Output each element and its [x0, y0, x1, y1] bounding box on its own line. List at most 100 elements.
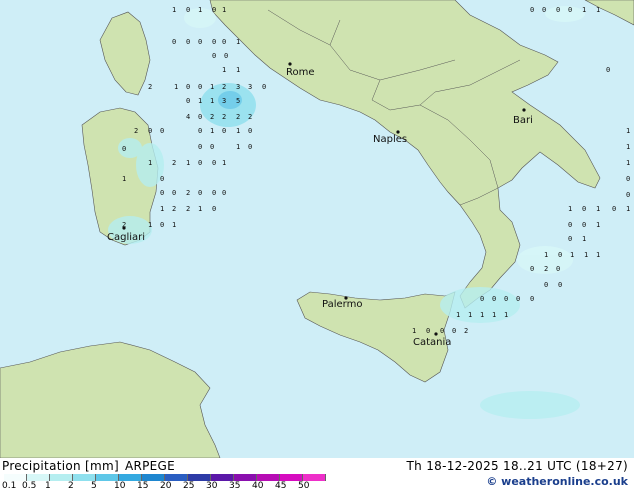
model-name: ARPEGE — [124, 459, 176, 473]
precip-value: 0 — [186, 6, 190, 14]
precip-value: 0 — [198, 143, 202, 151]
scale-swatch — [4, 474, 27, 481]
precip-value: 1 — [492, 311, 496, 319]
precip-value: 2 — [186, 189, 190, 197]
scale-swatch — [303, 474, 326, 481]
precip-value: 0 — [558, 281, 562, 289]
precip-value: 2 — [222, 113, 226, 121]
precip-value: 0 — [198, 189, 202, 197]
precip-value: 0 — [606, 66, 610, 74]
precip-value: 0 — [530, 295, 534, 303]
precip-value: 2 — [222, 83, 226, 91]
precip-value: 0 — [582, 205, 586, 213]
precip-value: 0 — [612, 205, 616, 213]
color-scale-labels: 0.1 0.5 1 2 5 10 15 20 25 30 35 40 45 50 — [0, 481, 340, 490]
precip-value: 0 — [504, 295, 508, 303]
precip-value: 1 — [582, 235, 586, 243]
precip-value: 1 — [160, 205, 164, 213]
precip-value: 2 — [544, 265, 548, 273]
precip-value: 1 — [222, 6, 226, 14]
precip-value: 1 — [210, 97, 214, 105]
precip-value: 0 — [198, 113, 202, 121]
precip-value: 0 — [582, 221, 586, 229]
precip-value: 1 — [210, 127, 214, 135]
precip-value: 1 — [222, 159, 226, 167]
scale-swatch — [27, 474, 50, 481]
precip-value: 2 — [236, 113, 240, 121]
scale-swatch — [188, 474, 211, 481]
precip-value: 0 — [222, 38, 226, 46]
precip-value: 3 — [222, 97, 226, 105]
precip-value: 1 — [198, 6, 202, 14]
precip-value: 0 — [568, 6, 572, 14]
precip-value: 1 — [626, 159, 630, 167]
precip-value: 0 — [530, 265, 534, 273]
scale-label: 40 — [252, 481, 264, 490]
scale-swatch — [165, 474, 188, 481]
city-label: Bari — [513, 115, 533, 126]
scale-swatch — [234, 474, 257, 481]
precip-value: 1 — [198, 205, 202, 213]
precip-value: 1 — [582, 6, 586, 14]
city-label: Cagliari — [107, 232, 145, 243]
precip-value: 3 — [248, 83, 252, 91]
scale-label: 45 — [275, 481, 287, 490]
scale-swatch — [119, 474, 142, 481]
precip-value: 1 — [236, 38, 240, 46]
precip-value: 0 — [542, 6, 546, 14]
scale-swatch — [73, 474, 96, 481]
scale-label: 35 — [229, 481, 241, 490]
precip-value: 1 — [568, 205, 572, 213]
precip-value: 1 — [596, 251, 600, 259]
precip-value: 0 — [544, 281, 548, 289]
scale-swatch — [142, 474, 165, 481]
scale-label: 0.5 — [22, 481, 37, 490]
precip-value: 1 — [412, 327, 416, 335]
precip-value: 0 — [556, 265, 560, 273]
precip-value: 4 — [186, 113, 190, 121]
scale-label: 2 — [68, 481, 74, 490]
precip-value: 2 — [172, 205, 176, 213]
precip-value: 0 — [426, 327, 430, 335]
scale-swatch — [257, 474, 280, 481]
weather-map-page: 1010100000100112100123300113540222220001… — [0, 0, 634, 490]
precip-value: 0 — [516, 295, 520, 303]
title-text: Precipitation [mm] — [2, 459, 119, 473]
scale-label: 10 — [114, 481, 126, 490]
precip-value: 0 — [556, 6, 560, 14]
precip-value: 1 — [504, 311, 508, 319]
precip-value: 0 — [210, 143, 214, 151]
scale-label: 50 — [298, 481, 310, 490]
precip-value: 0 — [198, 83, 202, 91]
precip-value: 0 — [248, 143, 252, 151]
scale-label: 15 — [137, 481, 149, 490]
precip-value: 0 — [626, 175, 630, 183]
credit-text: © weatheronline.co.uk — [486, 475, 628, 488]
precip-value: 5 — [236, 97, 240, 105]
precip-value: 1 — [198, 97, 202, 105]
precip-value: 1 — [172, 6, 176, 14]
precip-value: 0 — [172, 38, 176, 46]
scale-swatch — [96, 474, 119, 481]
precip-value: 0 — [440, 327, 444, 335]
scale-swatch — [280, 474, 303, 481]
precip-value: 2 — [148, 83, 152, 91]
precip-value: 0 — [224, 52, 228, 60]
precip-value: 1 — [480, 311, 484, 319]
precip-value: 0 — [492, 295, 496, 303]
precip-value: 0 — [186, 83, 190, 91]
city-label: Palermo — [322, 299, 362, 310]
precip-value: 0 — [212, 52, 216, 60]
precip-value: 0 — [160, 175, 164, 183]
scale-label: 30 — [206, 481, 218, 490]
map-footer: Precipitation [mm] ARPEGE Th 18-12-2025 1… — [0, 458, 634, 490]
precip-value: 1 — [584, 251, 588, 259]
precip-value: 1 — [148, 221, 152, 229]
precip-value: 1 — [626, 143, 630, 151]
precip-value: 0 — [160, 189, 164, 197]
precip-value: 0 — [452, 327, 456, 335]
precip-value: 3 — [236, 83, 240, 91]
precip-value: 1 — [456, 311, 460, 319]
precip-value: 0 — [212, 159, 216, 167]
precip-value: 0 — [558, 251, 562, 259]
